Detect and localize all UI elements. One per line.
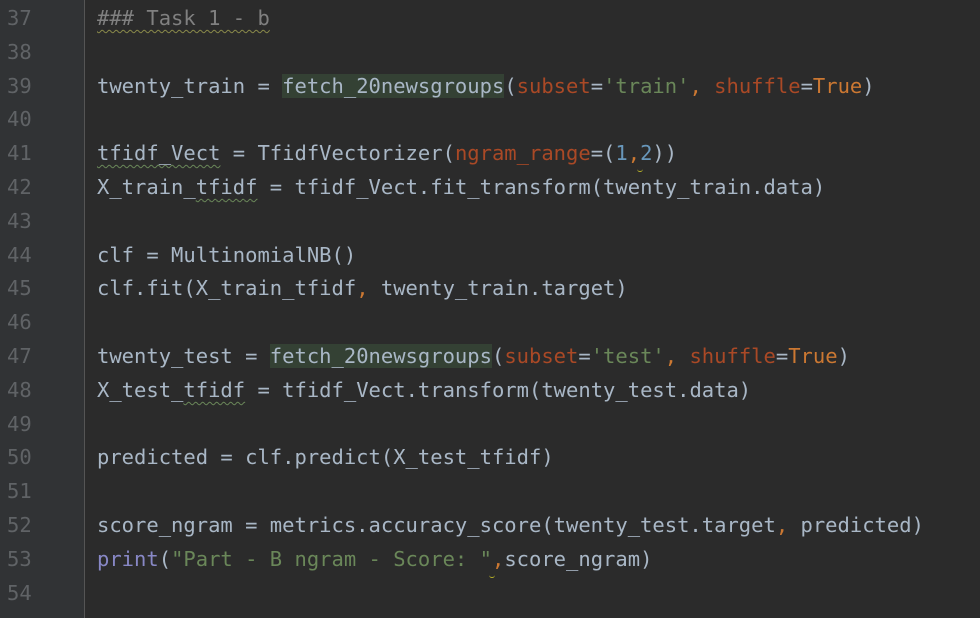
code-line-50[interactable]: predicted = clf.predict(X_test_tfidf) [97,441,924,475]
paren-token: ) [837,343,850,368]
line-number: 43 [7,208,32,233]
code-line-40[interactable] [97,103,924,137]
code-line-39[interactable]: twenty_train = fetch_20newsgroups(subset… [97,70,924,104]
param-name-token: shuffle [714,73,801,98]
code-token: predicted = clf.predict(X_test_tfidf) [97,445,554,470]
string-token: 'train' [603,73,690,98]
line-number: 45 [7,276,32,301]
equals-token: =( [590,141,616,166]
line-number: 41 [7,141,32,166]
variable-token: twenty_test [97,343,233,368]
variable-token-typo: tfidf [195,174,258,199]
paren-token: ( [158,546,172,571]
code-line-49[interactable] [97,408,924,442]
line-number: 38 [7,39,32,64]
builtin-token: print [97,546,159,571]
keyword-token: True [788,343,838,368]
variable-token: twenty_train [97,73,246,98]
line-number: 47 [7,343,32,368]
line-number: 52 [7,512,32,537]
number-token: 1 [615,141,628,166]
line-number: 50 [7,445,32,470]
param-name-token: ngram_range [454,141,591,166]
operator-token: = [232,343,270,368]
param-name-token: subset [516,73,591,98]
variable-token: X_test_ [97,377,184,402]
line-numbers: 37 38 39 40 41 42 43 44 45 46 47 48 49 5… [0,2,84,610]
line-number: 48 [7,377,32,402]
paren-token: ) [862,73,875,98]
code-line-48[interactable]: X_test_tfidf = tfidf_Vect.transform(twen… [97,374,924,408]
line-number: 49 [7,411,32,436]
equals-token: = [578,343,591,368]
code-line-45[interactable]: clf.fit(X_train_tfidf, twenty_train.targ… [97,272,924,306]
code-token: = tfidf_Vect.fit_transform(twenty_train.… [257,174,826,199]
comma-token: , [627,141,641,166]
code-line-47[interactable]: twenty_test = fetch_20newsgroups(subset=… [97,340,924,374]
line-number-gutter[interactable]: 37 38 39 40 41 42 43 44 45 46 47 48 49 5… [0,0,85,618]
line-number: 37 [7,6,32,30]
code-line-51[interactable] [97,475,924,509]
string-token: "Part - B ngram - Score: " [171,546,492,571]
code-token: score_ngram) [504,546,653,571]
keyword-token: True [812,73,863,98]
paren-token: ( [491,343,505,368]
function-token-highlighted: fetch_20newsgroups [282,73,505,98]
line-number: 46 [7,310,32,335]
code-line-43[interactable] [97,205,924,239]
line-number: 53 [7,546,32,571]
line-number: 44 [7,242,32,267]
code-token: clf.fit(X_train_tfidf [97,276,357,301]
comma-token: , [491,546,505,571]
line-number: 40 [7,107,32,132]
line-number: 42 [7,174,32,199]
code-lines: ### Task 1 - b twenty_train = fetch_20ne… [97,2,924,610]
comma-token: , [689,73,715,98]
comma-token: , [356,276,381,301]
line-number: 39 [7,73,32,98]
code-token: clf = MultinomialNB() [97,242,357,267]
code-line-44[interactable]: clf = MultinomialNB() [97,239,924,273]
operator-token: = [245,73,283,98]
code-token: = tfidf_Vect.transform(twenty_test.data) [245,377,752,402]
line-number: 51 [7,479,32,504]
function-token-highlighted: fetch_20newsgroups [269,343,492,368]
operator-token: = [220,141,258,166]
comma-token: , [664,343,690,368]
comma-token: , [775,512,801,537]
function-token: TfidfVectorizer( [257,141,455,166]
code-line-46[interactable] [97,306,924,340]
variable-token-typo: tfidf [183,377,246,402]
code-text-area[interactable]: ### Task 1 - b twenty_train = fetch_20ne… [85,0,980,618]
line-number: 54 [7,580,32,605]
equals-token: = [800,73,813,98]
code-line-37[interactable]: ### Task 1 - b [97,2,924,36]
code-token: twenty_train.target) [380,276,628,301]
param-name-token: subset [504,343,579,368]
equals-token: = [775,343,789,368]
number-token: 2 [640,141,653,166]
code-line-41[interactable]: tfidf_Vect = TfidfVectorizer(ngram_range… [97,137,924,173]
code-line-42[interactable]: X_train_tfidf = tfidf_Vect.fit_transform… [97,171,924,205]
param-name-token: shuffle [689,343,776,368]
code-line-52[interactable]: score_ngram = metrics.accuracy_score(twe… [97,509,924,543]
code-line-38[interactable] [97,36,924,70]
equals-token: = [590,73,604,98]
code-line-53[interactable]: print("Part - B ngram - Score: ",score_n… [97,543,924,578]
code-editor[interactable]: 37 38 39 40 41 42 43 44 45 46 47 48 49 5… [0,0,980,618]
variable-token: tfidf_Vect [97,141,221,166]
variable-token: X_train_ [97,174,196,199]
code-token: score_ngram = metrics.accuracy_score(twe… [97,512,776,537]
code-line-54[interactable] [97,577,924,611]
paren-token: ( [504,73,517,98]
paren-token: )) [652,141,678,166]
string-token: 'test' [590,343,665,368]
code-token: predicted) [800,512,924,537]
comment-token: ### Task 1 - b [97,6,270,30]
